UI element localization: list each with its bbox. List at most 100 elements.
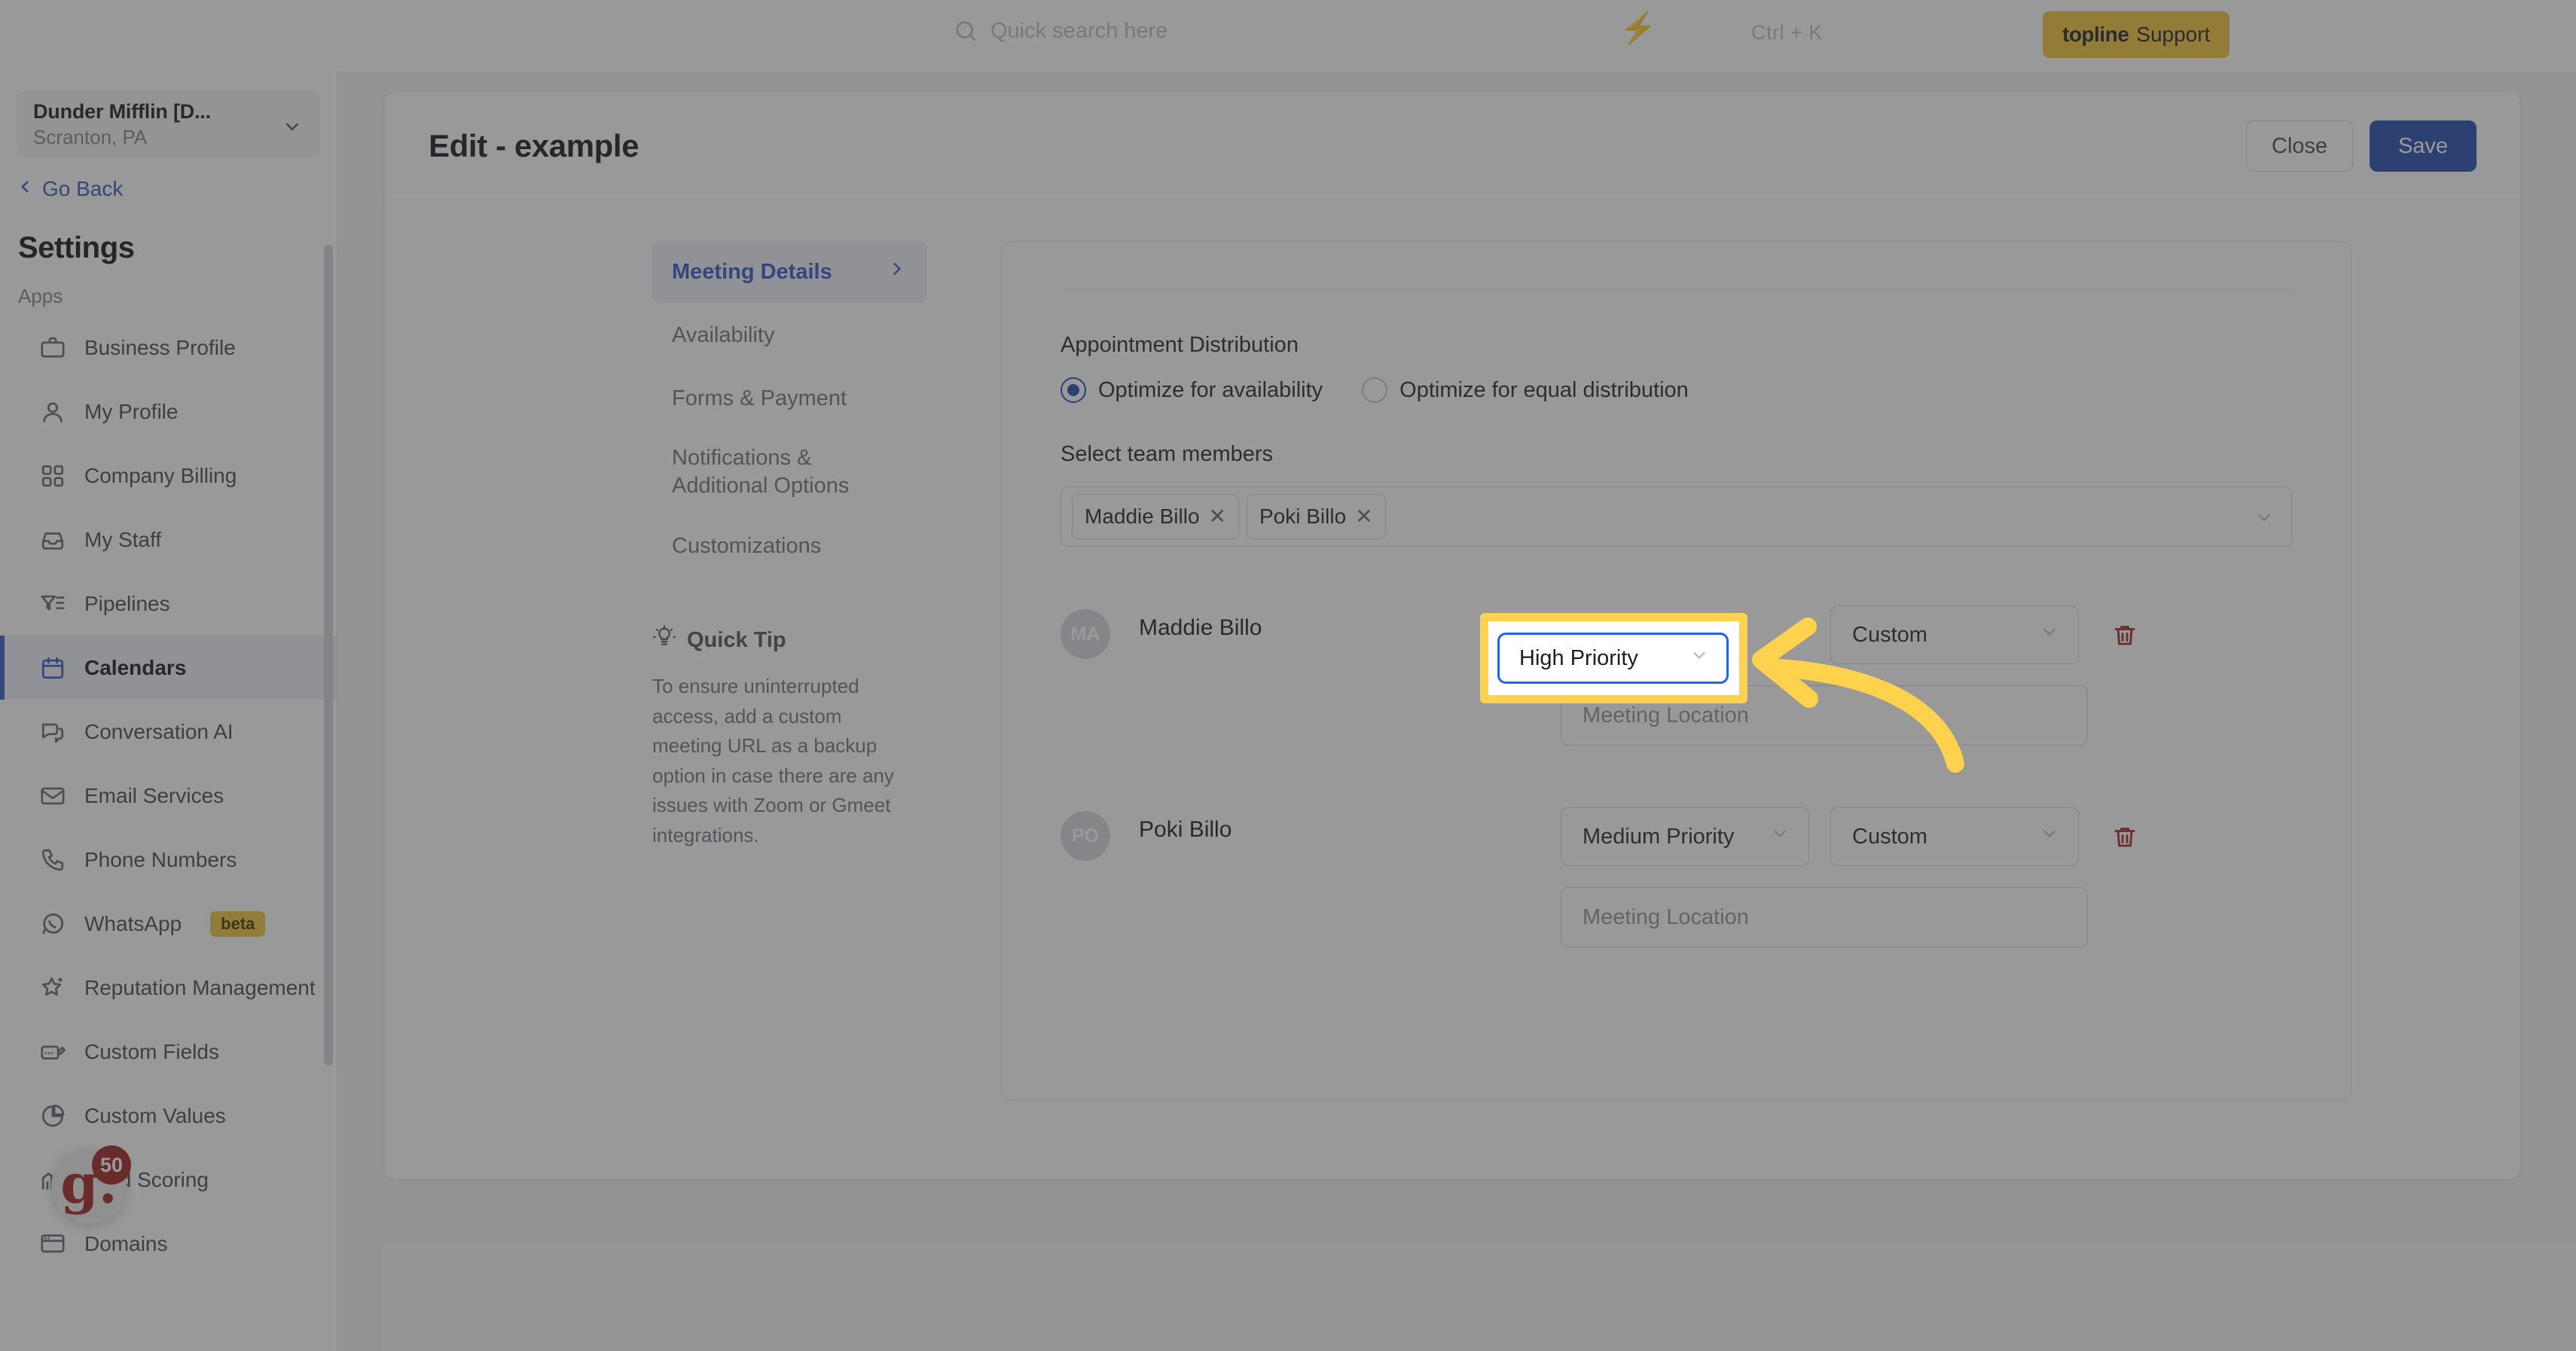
trash-icon[interactable] [2107, 819, 2142, 854]
chevron-down-icon [2039, 621, 2060, 648]
sidebar-item-business-profile[interactable]: Business Profile [0, 316, 337, 380]
meeting-type-value: Custom [1852, 824, 1927, 849]
tab-meeting-details[interactable]: Meeting Details [652, 241, 927, 303]
team-member-select-section: Select team members Maddie Billo ✕ Poki Bi… [1061, 442, 2292, 547]
settings-sidebar: Dunder Mifflin [D... Scranton, PA Go Bac… [0, 72, 337, 1351]
chevron-down-icon[interactable] [2254, 507, 2275, 532]
tab-label: Forms & Payment [672, 386, 847, 410]
team-members-label: Select team members [1061, 442, 1274, 466]
funnel-icon [39, 590, 66, 618]
radio-option-1[interactable]: Optimize for equal distribution [1362, 377, 1689, 403]
tab-notifications-additional-options[interactable]: Notifications & Additional Options [652, 431, 927, 514]
briefcase-icon [39, 334, 66, 361]
meeting-location-placeholder: Meeting Location [1583, 703, 1749, 727]
team-member-row: MAMaddie BilloHigh PriorityCustomMeeting… [1061, 605, 2292, 749]
tab-customizations[interactable]: Customizations [652, 515, 927, 577]
sidebar-item-email-services[interactable]: Email Services [0, 764, 337, 828]
page-title: Settings [18, 231, 135, 264]
main-content: Edit - example Close Save Meeting Detail… [337, 72, 2576, 1351]
meeting-type-select[interactable]: Custom [1830, 807, 2079, 866]
app-root: Quick search here Ctrl + K ⚡ topline Sup… [0, 0, 2576, 1351]
editor-title: Edit - example [429, 127, 639, 163]
chevron-right-icon [887, 259, 906, 285]
sidebar-item-label: WhatsApp [84, 911, 182, 935]
editor-tab-list: Meeting Details Availability Forms & Payme… [652, 241, 927, 577]
meeting-type-select[interactable]: Custom [1830, 605, 2079, 664]
sidebar-item-my-profile[interactable]: My Profile [0, 380, 337, 444]
team-member-chip[interactable]: Poki Billo ✕ [1247, 494, 1386, 539]
quick-search-input[interactable]: Quick search here [953, 18, 1167, 44]
sidebar-item-label: Email Services [84, 783, 224, 807]
team-member-chips: Maddie Billo ✕ Poki Billo ✕ [1072, 494, 1386, 539]
team-member-rows: MAMaddie BilloHigh PriorityCustomMeeting… [1061, 605, 2292, 950]
whatsapp-icon [39, 910, 66, 938]
tab-label: Meeting Details [672, 259, 832, 284]
topline-support-button[interactable]: topline Support [2043, 11, 2230, 58]
card-divider [1061, 290, 2292, 291]
sidebar-scrollbar[interactable] [324, 245, 333, 1066]
sidebar-item-badge: beta [210, 910, 266, 937]
sidebar-item-lead-scoring[interactable]: Lead Scoring [0, 1148, 337, 1212]
sidebar-item-label: Reputation Management [84, 975, 316, 999]
sidebar-item-my-staff[interactable]: My Staff [0, 508, 337, 572]
star-icon [39, 974, 66, 1002]
sidebar-item-reputation-management[interactable]: Reputation Management [0, 956, 337, 1020]
edit-field-icon [39, 1038, 66, 1066]
sidebar-item-custom-fields[interactable]: Custom Fields [0, 1020, 337, 1084]
go-back-link[interactable]: Go Back [17, 177, 337, 201]
sidebar-item-label: Pipelines [84, 591, 170, 615]
save-button[interactable]: Save [2370, 120, 2477, 172]
calculator-icon [39, 462, 66, 489]
close-button[interactable]: Close [2246, 120, 2353, 172]
sidebar-item-pipelines[interactable]: Pipelines [0, 572, 337, 636]
radio-option-0[interactable]: Optimize for availability [1061, 377, 1323, 403]
editor-body: Meeting Details Availability Forms & Payme… [385, 200, 2520, 1101]
trash-icon[interactable] [2107, 618, 2142, 652]
sidebar-item-custom-values[interactable]: Custom Values [0, 1084, 337, 1148]
team-member-chip[interactable]: Maddie Billo ✕ [1072, 494, 1239, 539]
chevron-down-icon [2039, 823, 2060, 850]
sidebar-item-whatsapp[interactable]: WhatsApp beta [0, 892, 337, 956]
appointment-distribution-label: Appointment Distribution [1061, 333, 1299, 357]
sidebar-item-domains[interactable]: Domains [0, 1212, 337, 1276]
organization-location: Scranton, PA [33, 125, 148, 148]
meeting-details-card: Appointment Distribution Optimize for av… [1001, 241, 2352, 1101]
quick-tip-body: To ensure uninterrupted access, add a cu… [652, 675, 894, 846]
sidebar-item-calendars[interactable]: Calendars [0, 636, 337, 700]
tab-availability[interactable]: Availability [652, 304, 927, 366]
quick-tip-header: Quick Tip [652, 625, 901, 655]
sidebar-group-label: Apps [18, 285, 63, 307]
organization-switcher[interactable]: Dunder Mifflin [D... Scranton, PA [17, 91, 320, 157]
chip-label: Maddie Billo [1085, 505, 1200, 528]
go-back-label: Go Back [42, 177, 124, 200]
tab-forms-payment[interactable]: Forms & Payment [652, 367, 927, 429]
meeting-location-input[interactable]: Meeting Location [1561, 685, 2088, 746]
sidebar-item-company-billing[interactable]: Company Billing [0, 444, 337, 508]
lightning-bolt-icon[interactable]: ⚡ [1619, 14, 1657, 44]
sidebar-item-phone-numbers[interactable]: Phone Numbers [0, 828, 337, 892]
top-bar: Quick search here Ctrl + K ⚡ topline Sup… [0, 0, 2576, 72]
calendar-editor-panel: Edit - example Close Save Meeting Detail… [385, 92, 2520, 1179]
lightbulb-icon [652, 625, 676, 655]
radio-dot-icon [1061, 377, 1086, 403]
help-widget-button[interactable]: g. 50 [51, 1145, 131, 1224]
member-controls: High PriorityCustomMeeting Location [1561, 605, 2292, 746]
avatar: MA [1061, 609, 1110, 659]
team-members-multiselect[interactable]: Maddie Billo ✕ Poki Billo ✕ [1061, 486, 2292, 547]
tab-label: Customizations [672, 533, 822, 558]
priority-select-value: Medium Priority [1583, 824, 1735, 849]
sidebar-item-label: Calendars [84, 655, 187, 679]
meeting-location-input[interactable]: Meeting Location [1561, 887, 2088, 947]
support-word-label: Support [2136, 23, 2211, 46]
editor-actions: Close Save [2246, 120, 2477, 172]
organization-name: Dunder Mifflin [D... [33, 99, 211, 123]
editor-tab-rail: Meeting Details Availability Forms & Payme… [652, 241, 927, 1101]
radio-option-label: Optimize for availability [1098, 377, 1323, 402]
member-name: Maddie Billo [1139, 615, 1262, 640]
sidebar-item-label: Business Profile [84, 335, 236, 359]
sidebar-item-label: Phone Numbers [84, 847, 237, 871]
close-icon[interactable]: ✕ [1209, 506, 1226, 527]
sidebar-item-conversation-ai[interactable]: Conversation AI [0, 700, 337, 764]
close-icon[interactable]: ✕ [1355, 506, 1372, 527]
priority-select[interactable]: Medium Priority [1561, 807, 1809, 866]
